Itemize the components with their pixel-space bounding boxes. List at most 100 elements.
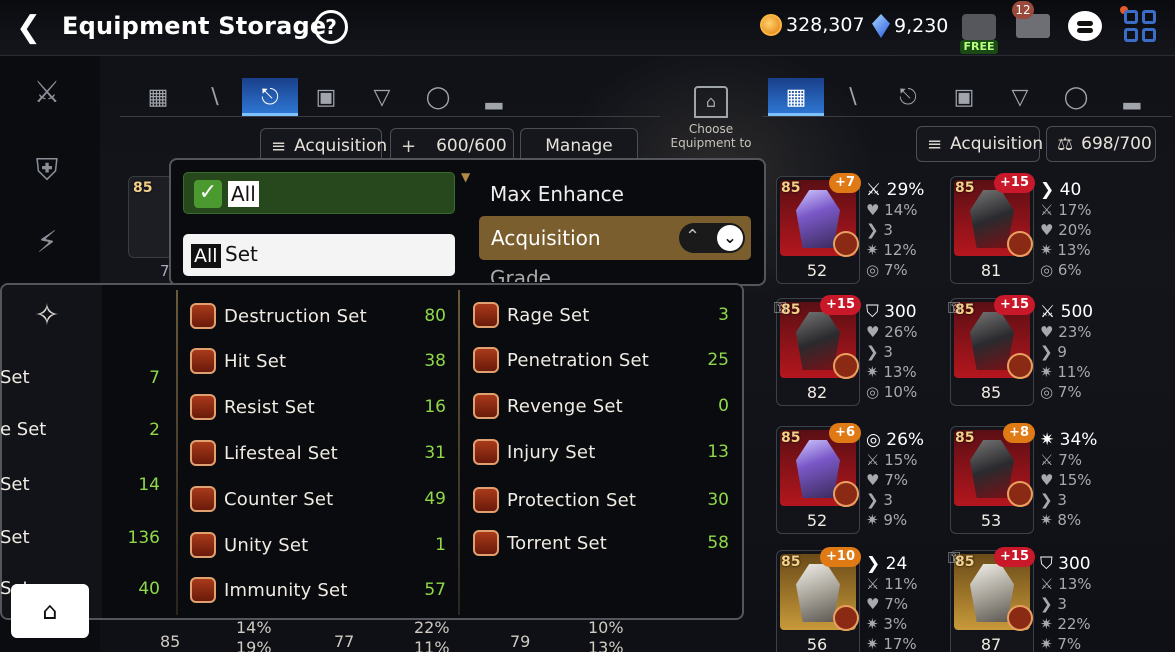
item-stats: ◎ 26% ⚔ 15% ♥ 7% ❯ 3 ✷ 9% (866, 430, 952, 530)
descending-icon[interactable]: ⌄ (717, 225, 743, 251)
set-name: Counter Set (224, 488, 334, 510)
set-option[interactable]: Injury Set 13 (473, 436, 731, 468)
help-icon[interactable]: ? (314, 10, 348, 44)
stat-value: 22% (1057, 615, 1091, 633)
set-option[interactable]: Lifesteal Set 31 (190, 437, 448, 469)
set-filter-icon[interactable]: ✧ (28, 298, 66, 336)
equipment-card[interactable]: 85 +7 52 (776, 173, 861, 284)
set-emblem-icon (833, 231, 859, 257)
tab-weapon-icon[interactable]: ∖ (186, 78, 242, 116)
storage-prompt[interactable]: ⌂ Choose Equipment to store or (666, 86, 756, 152)
sword-icon: ⚔ (866, 451, 885, 469)
set-name-clipped[interactable]: Set (0, 367, 30, 388)
gold-display[interactable]: 328,307 (760, 14, 865, 36)
capacity-button-right[interactable]: ⚖ 698/700 (1046, 126, 1156, 162)
tab-helmet-icon[interactable]: ⎋ (242, 78, 298, 116)
equipment-card[interactable]: 85 +15 82 (776, 295, 861, 406)
stat-line: ✷ 13% (866, 362, 952, 382)
back-arrow-icon[interactable]: ❮ (16, 10, 41, 45)
equipment-card[interactable]: 85 +6 52 (776, 423, 861, 534)
shield-crossed-icon[interactable]: ⛨ (28, 152, 66, 190)
tab-all-icon[interactable]: ▦ (768, 78, 824, 116)
tab-divider (120, 116, 660, 117)
set-filter-button[interactable]: All Set (183, 234, 455, 276)
bolt-icon: ✷ (1040, 363, 1058, 381)
bolt-icon: ✷ (866, 511, 884, 529)
stat-line: ⛉ 300 (866, 302, 952, 322)
stat-value: 10% (883, 383, 918, 401)
storage-home-button[interactable]: ⌂ (11, 584, 89, 638)
set-emblem-icon (190, 577, 216, 603)
set-option[interactable]: Protection Set 30 (473, 484, 731, 516)
set-option[interactable]: Revenge Set 0 (473, 390, 731, 422)
bolt-icon: ✷ (1040, 615, 1058, 633)
tab-helmet-icon[interactable]: ⎋ (880, 78, 936, 116)
ascending-icon[interactable]: ⌃ (685, 226, 700, 247)
equipment-card[interactable]: 85 +10 56 (776, 547, 861, 652)
tab-all-icon[interactable]: ▦ (130, 78, 186, 116)
item-number: 82 (806, 383, 828, 402)
equipment-card[interactable]: 85 +8 53 (950, 423, 1035, 534)
set-count: 40 (138, 579, 160, 599)
item-stats: ❯ 40 ⚔ 17% ♥ 20% ✷ 13% ◎ 6% (1040, 180, 1126, 280)
tab-armor-icon[interactable]: ▣ (298, 78, 354, 116)
free-chest-button[interactable]: FREE (958, 10, 1000, 54)
stat-value: 17% (883, 635, 917, 652)
set-option[interactable]: Immunity Set 57 (190, 574, 448, 606)
sort-max-enhance[interactable]: Max Enhance (490, 182, 624, 206)
stat-value: 14% (236, 618, 272, 637)
free-label: FREE (960, 40, 998, 54)
bolt-icon: ✷ (866, 635, 884, 652)
set-option[interactable]: Hit Set 38 (190, 345, 448, 377)
set-count: 13 (707, 442, 729, 462)
enhance-badge: +7 (829, 173, 861, 193)
tab-weapon-icon[interactable]: ∖ (824, 78, 880, 116)
select-all-toggle[interactable]: ✓ All (183, 172, 455, 214)
menu-grid-icon[interactable] (1124, 10, 1156, 42)
arrow-icon: ❯ (1040, 180, 1060, 200)
enhance-badge: +15 (994, 547, 1035, 567)
set-option[interactable]: Unity Set 1 (190, 529, 448, 561)
set-option[interactable]: Rage Set 3 (473, 299, 731, 331)
sort-grade[interactable]: Grade (490, 266, 551, 282)
heart-icon: ♥ (1040, 323, 1059, 341)
item-level: 85 (781, 430, 801, 446)
stat-line: ⚔ 15% (866, 450, 952, 470)
sort-order-toggle[interactable]: ⌃ ⌄ (679, 223, 745, 253)
lightning-icon[interactable]: ⚡ (28, 224, 66, 262)
tab-necklace-icon[interactable]: ▽ (354, 78, 410, 116)
tab-ring-icon[interactable]: ◯ (1048, 78, 1104, 116)
acquisition-sort-button-right[interactable]: ≡ Acquisition (916, 126, 1043, 162)
target-icon: ◎ (1040, 261, 1058, 279)
enhance-badge: +15 (994, 295, 1035, 315)
arrow-icon: ❯ (866, 343, 884, 361)
sword-shield-icon[interactable]: ⚔ (28, 74, 66, 112)
sort-acquisition-selected[interactable]: Acquisition ⌃ ⌄ (479, 216, 751, 260)
set-name-clipped[interactable]: Set (0, 527, 30, 548)
equipment-card[interactable]: 85 +15 87 (950, 547, 1035, 652)
tab-necklace-icon[interactable]: ▽ (992, 78, 1048, 116)
set-option[interactable]: Torrent Set 58 (473, 527, 731, 559)
equipment-card[interactable]: 85 +15 81 (950, 173, 1035, 284)
tab-boots-icon[interactable]: ▂ (1104, 78, 1160, 116)
right-category-tabs: ▦ ∖ ⎋ ▣ ▽ ◯ ▂ (768, 78, 1160, 116)
stat-line: ❯ 3 (1040, 594, 1126, 614)
stat-value: 3 (883, 491, 893, 509)
equipment-card[interactable]: 85 +15 85 (950, 295, 1035, 406)
shield-icon: ⛉ (1040, 554, 1059, 574)
set-name-clipped[interactable]: Set (0, 474, 30, 495)
set-option[interactable]: Counter Set 49 (190, 483, 448, 515)
set-count: 1 (435, 535, 446, 555)
tab-boots-icon[interactable]: ▂ (466, 78, 522, 116)
target-icon: ◎ (866, 383, 884, 401)
tab-armor-icon[interactable]: ▣ (936, 78, 992, 116)
set-option[interactable]: Destruction Set 80 (190, 300, 448, 332)
set-option[interactable]: Resist Set 16 (190, 391, 448, 423)
enhance-badge: +8 (1003, 423, 1035, 443)
chat-icon[interactable] (1068, 11, 1102, 41)
item-number: 81 (980, 261, 1002, 280)
crystal-display[interactable]: 9,230 (872, 14, 948, 38)
set-option[interactable]: Penetration Set 25 (473, 344, 731, 376)
set-name-clipped[interactable]: e Set (0, 419, 46, 440)
tab-ring-icon[interactable]: ◯ (410, 78, 466, 116)
